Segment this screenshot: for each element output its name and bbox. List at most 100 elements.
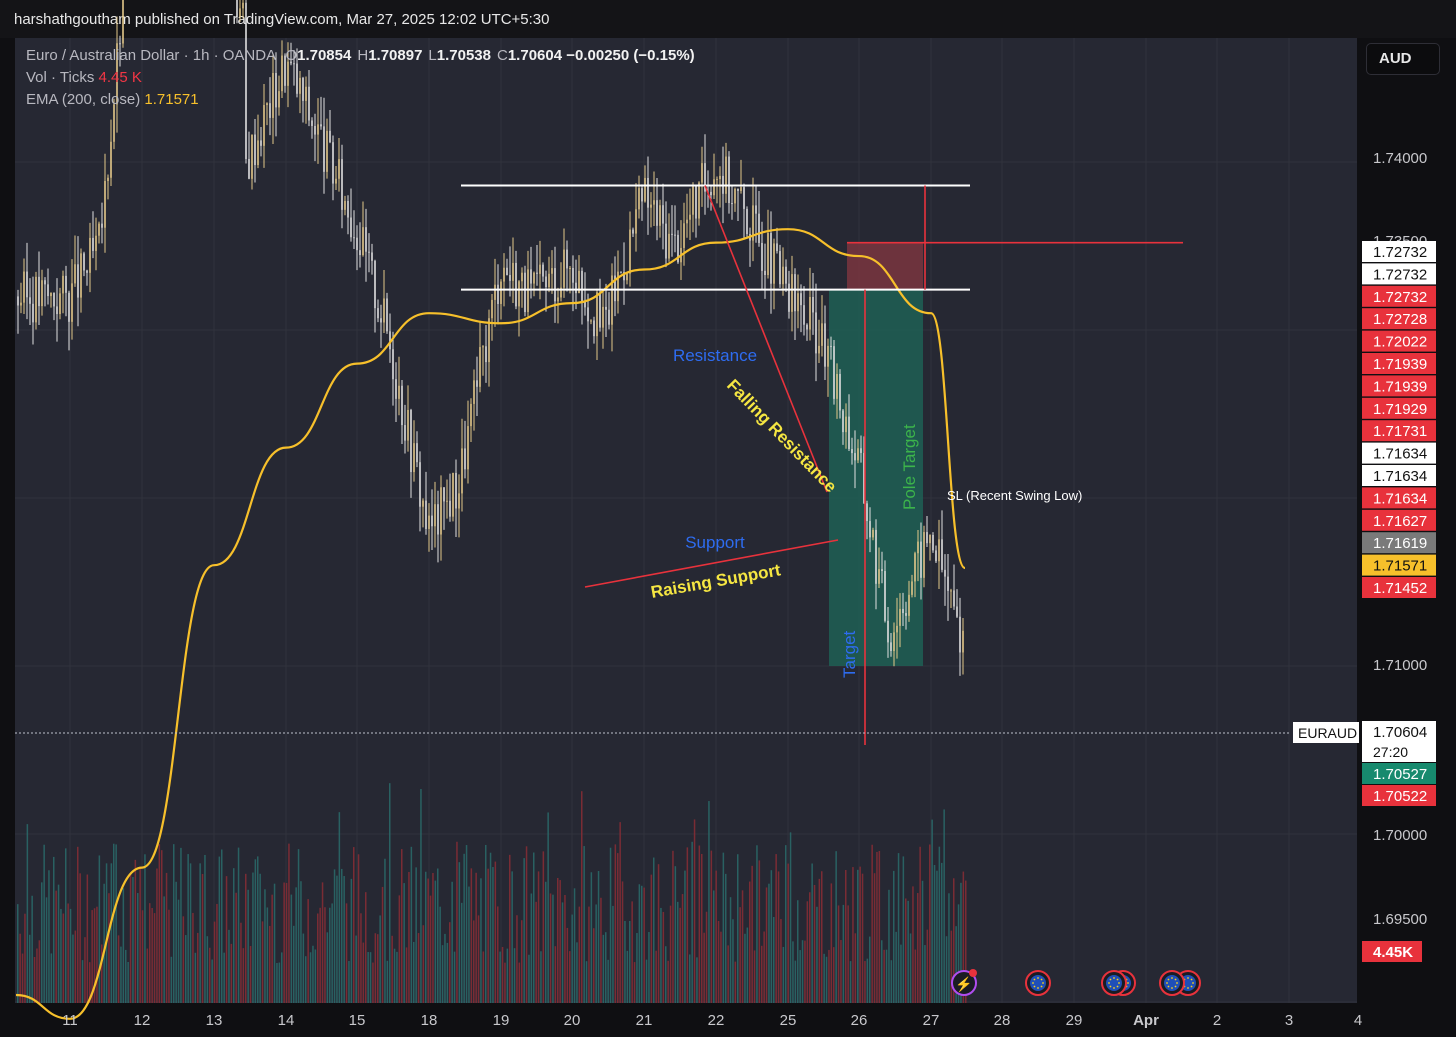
candle-body <box>386 298 388 332</box>
volume-bar <box>305 956 307 1003</box>
candle-body <box>71 283 73 322</box>
candle-body <box>782 266 784 285</box>
candle-body <box>476 380 478 387</box>
chart-canvas[interactable]: ResistanceSupportFalling ResistanceRaisi… <box>0 0 1456 1037</box>
volume-bar <box>386 960 389 1003</box>
x-tick-label: Apr <box>1133 1012 1159 1029</box>
ema-legend[interactable]: EMA (200, close) 1.71571 <box>26 91 199 108</box>
candle-body <box>83 253 85 271</box>
candle-body <box>542 264 544 277</box>
candle-body <box>266 103 268 106</box>
volume-bar <box>180 847 182 1003</box>
volume-bar <box>288 843 290 1003</box>
volume-bar <box>665 946 667 1003</box>
volume-bar <box>237 847 240 1003</box>
volume-bar <box>372 962 374 1003</box>
volume-bar <box>449 922 451 1003</box>
x-tick-label: 2 <box>1213 1012 1221 1029</box>
y-tick-label: 1.70000 <box>1373 827 1427 844</box>
volume-bar <box>350 878 353 1003</box>
candle-body <box>449 500 451 517</box>
volume-bar <box>650 874 653 1003</box>
volume-bar <box>331 903 333 1003</box>
candle-body <box>893 632 895 652</box>
symbol-legend[interactable]: Euro / Australian Dollar · 1h · OANDA O1… <box>26 47 695 64</box>
volume-bar <box>533 852 535 1003</box>
candle-body <box>473 380 475 404</box>
volume-bar <box>242 948 245 1003</box>
support-label: Support <box>685 533 745 552</box>
price-tag-value: 1.71627 <box>1373 513 1427 530</box>
candle-body <box>257 140 259 166</box>
volume-bar <box>470 868 473 1003</box>
volume-bar <box>365 892 367 1003</box>
candle-body <box>467 426 469 470</box>
volume-bar <box>806 901 809 1003</box>
volume-bar <box>859 866 861 1003</box>
price-change: −0.00250 (−0.15%) <box>566 47 695 64</box>
candle-body <box>944 569 946 577</box>
target-label: Target <box>840 630 859 678</box>
candle-body <box>839 373 841 411</box>
volume-bar <box>271 894 273 1003</box>
candle-body <box>428 515 430 529</box>
candle-body <box>698 182 700 219</box>
volume-bar <box>120 946 122 1003</box>
candle-body <box>842 410 844 433</box>
volume-legend[interactable]: Vol · Ticks 4.45 K <box>26 69 142 86</box>
candle-body <box>122 0 124 44</box>
volume-bar <box>641 885 643 1003</box>
volume-bar <box>108 893 110 1003</box>
candle-body <box>506 267 508 275</box>
candle-body <box>512 262 514 281</box>
price-tag-value: 1.71634 <box>1373 490 1427 507</box>
candle-body <box>953 590 955 607</box>
eu-flag-icon-star <box>1033 985 1036 988</box>
volume-bar <box>233 868 235 1003</box>
candle-body <box>53 292 55 307</box>
volume-bar <box>209 947 211 1003</box>
candle-body <box>479 347 481 387</box>
candle-body <box>524 272 526 313</box>
candle-body <box>767 233 769 276</box>
volume-bar <box>485 844 487 1003</box>
candle-body <box>395 379 397 399</box>
volume-bar <box>230 943 233 1003</box>
volume-bar <box>168 909 170 1003</box>
volume-bar <box>857 869 859 1003</box>
eu-flag-icon <box>1101 970 1127 996</box>
candle-body <box>302 77 304 101</box>
volume-bar <box>605 932 607 1003</box>
volume-bar <box>259 873 261 1003</box>
candle-body <box>35 276 37 323</box>
volume-bar <box>525 846 528 1003</box>
candle-body <box>410 409 412 473</box>
candle-body <box>353 237 355 239</box>
volume-bar <box>398 895 401 1003</box>
candle-body <box>323 126 325 172</box>
candle-body <box>20 302 22 306</box>
candle-body <box>596 292 598 337</box>
candle-body <box>959 616 961 653</box>
candle-body <box>320 124 322 127</box>
volume-bar <box>317 913 319 1003</box>
candle-body <box>770 233 772 284</box>
volume-bar <box>117 935 120 1003</box>
candle-body <box>629 229 631 274</box>
volume-bar <box>703 932 705 1003</box>
currency-button[interactable]: AUD <box>1366 43 1440 75</box>
eu-flag-icon-star <box>1032 982 1034 984</box>
volume-value: 4.45 K <box>98 69 142 86</box>
volume-bar <box>113 843 115 1003</box>
volume-bar <box>228 929 230 1003</box>
volume-bar <box>813 885 816 1003</box>
price-tag-value: 1.71452 <box>1373 580 1427 597</box>
volume-bar <box>396 951 398 1003</box>
candle-body <box>872 529 874 538</box>
volume-bar <box>127 961 129 1003</box>
volume-bar <box>312 945 314 1003</box>
volume-bar <box>912 886 914 1003</box>
candle-body <box>515 262 517 307</box>
candle-body <box>530 269 532 284</box>
volume-bar <box>110 863 113 1003</box>
